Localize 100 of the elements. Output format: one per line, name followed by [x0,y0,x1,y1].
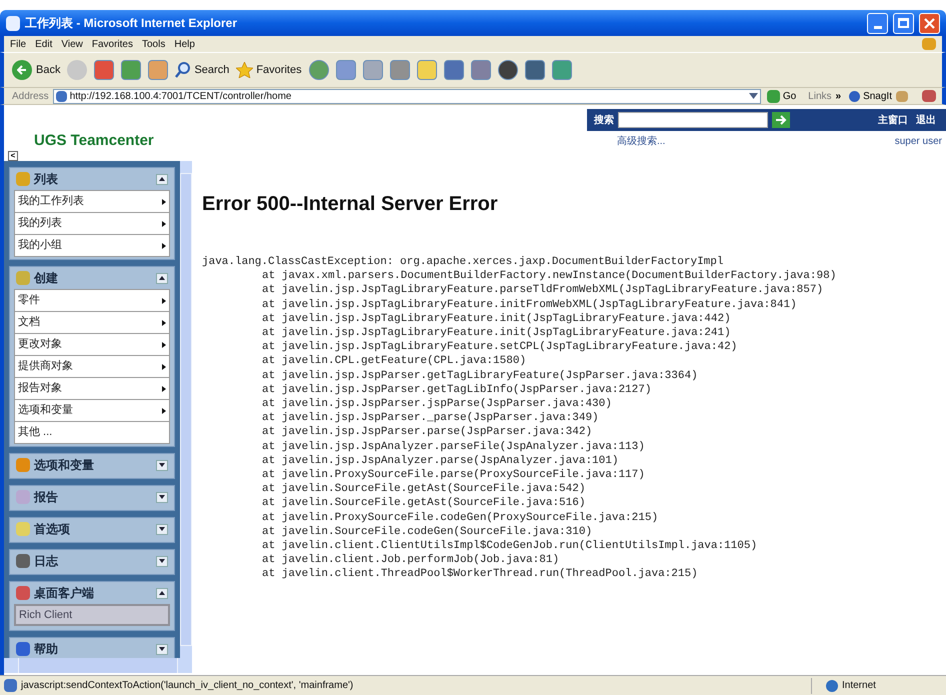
chevron-text[interactable]: » [836,88,842,104]
search-label: 搜索 [594,114,614,128]
section-title[interactable]: 首选项 [34,520,152,538]
minimize-button[interactable] [867,12,888,34]
section-title[interactable]: 列表 [34,170,152,188]
back-button[interactable]: Back [12,60,60,80]
dropdown-icon[interactable] [748,93,758,99]
arrow-right-icon [162,198,166,204]
stack-trace-line: at javelin.jsp.JspParser.getTagLibraryFeature(JspParser.java:3364) [261,368,698,383]
search-icon [175,62,192,78]
snagit-button[interactable]: SnagIt [849,88,892,104]
stack-trace-line: at javelin.CPL.getFeature(CPL.java:1580) [261,354,526,369]
horizontal-scrollbar[interactable] [4,658,192,673]
sidebar-item[interactable]: 报告对象 [14,377,170,400]
menu-item[interactable]: Edit [35,36,52,52]
user-name: super user [894,135,942,149]
maximize-icon [898,18,909,28]
expand-button[interactable] [156,492,168,502]
sidebar-item[interactable]: 零件 [14,289,170,312]
menu-item[interactable]: Help [174,36,195,52]
star-icon [236,62,254,78]
menu-item[interactable]: View [61,36,83,52]
caret-down-icon [159,463,165,467]
stack-trace-line: at javelin.client.ClientUtilsImpl$CodeGenJob.run(ClientUtilsImpl.java:1105) [261,539,758,554]
exception-text: java.lang.ClassCastException: org.apache.xerces.jaxp.DocumentBuilderFactoryImpl [202,255,724,270]
arrow-right-icon [162,342,166,348]
maximize-button[interactable] [893,12,914,34]
expand-button[interactable] [156,644,168,654]
arrow-right-icon [162,298,166,304]
stack-trace-line: at javelin.jsp.JspAnalyzer.parseFile(JspAnalyzer.java:113) [261,440,645,454]
collapse-button[interactable] [156,174,168,184]
sidebar-item[interactable]: 我的小组 [14,234,170,257]
stack-trace-line: at javelin.SourceFile.getAst(SourceFile.java:542) [261,482,586,496]
links-label[interactable]: Links [808,88,832,104]
collapse-button[interactable] [156,588,168,598]
section-title[interactable]: 选项和变量 [34,456,152,474]
close-button[interactable] [919,12,940,34]
arrow-right-icon [162,386,166,392]
stack-trace-line: at javelin.jsp.JspTagLibraryFeature.init(JspTagLibraryFeature.java:442) [261,312,731,326]
stack-trace-line: at javelin.SourceFile.codeGen(SourceFile.java:310) [261,524,592,540]
sidebar-item[interactable]: 提供商对象 [14,355,170,378]
arrow-right-icon [162,220,166,226]
advanced-search-link[interactable]: 高级搜索... [617,134,666,149]
stack-trace-line: at javelin.SourceFile.getAst(SourceFile.java:516) [261,496,586,511]
arrow-right-icon [162,408,166,414]
menu-item[interactable]: Tools [142,36,166,52]
caret-up-icon [159,591,165,595]
expand-button[interactable] [156,556,168,566]
minimize-icon [874,26,882,28]
search-button[interactable]: Search [175,62,230,78]
error-heading: Error 500--Internal Server Error [202,192,499,217]
logout-link[interactable]: 退出 [916,112,936,128]
arrow-right-icon [162,320,166,326]
sidebar-item[interactable]: 文档 [14,311,170,334]
section-title[interactable]: 帮助 [34,640,152,658]
status-text: javascript:sendContextToAction('launch_iv_client_no_context', 'mainframe') [21,679,354,693]
close-icon [924,18,935,28]
caret-down-icon [159,527,165,531]
expand-button[interactable] [156,460,168,470]
favorites-button[interactable]: Favorites [236,62,302,78]
vertical-scrollbar[interactable] [180,161,192,658]
home-link[interactable]: 主窗口 [878,112,908,128]
sidebar-item[interactable]: 更改对象 [14,333,170,356]
collapse-sidebar-button[interactable]: < [8,151,18,161]
stack-trace-line: at javelin.jsp.JspTagLibraryFeature.parseTldFromWebXML(JspTagLibraryFeature.java:857) [261,283,824,298]
sidebar-item[interactable]: 我的列表 [14,212,170,235]
search-field[interactable] [618,112,768,128]
expand-button[interactable] [156,524,168,534]
section-title[interactable]: 桌面客户端 [34,584,152,602]
menu-item[interactable]: Favorites [92,36,133,52]
go-button[interactable]: Go [764,88,798,104]
teamcenter-logo: UGS Teamcenter [34,132,154,149]
sidebar-item[interactable]: 其他 ... [14,421,170,444]
section-title[interactable]: 报告 [34,488,152,506]
caret-down-icon [159,647,165,651]
stack-trace-line: at javelin.jsp.JspParser.parse(JspParser.java:342) [261,425,592,440]
section-title[interactable]: 日志 [34,552,152,570]
caret-down-icon [159,559,165,563]
stack-trace-line: at javelin.client.Job.performJob(Job.java:81) [261,553,560,568]
arrow-right-icon [776,115,786,125]
address-field[interactable]: http://192.168.100.4:7001/TCENT/controller/home [52,88,761,104]
stack-trace-line: at javelin.jsp.JspTagLibraryFeature.initFromWebXML(JspTagLibraryFeature.java:841) [261,298,797,312]
search-go-button[interactable] [772,112,790,128]
arrow-right-icon [162,364,166,370]
stack-trace-line: at javelin.jsp.JspParser.getTagLibInfo(JspParser.java:2127) [261,382,652,398]
window-title: 工作列表 - Microsoft Internet Explorer [25,15,238,32]
zone-label: Internet [842,679,877,693]
stack-trace-line: at javelin.client.ThreadPool$WorkerThread.run(ThreadPool.java:215) [261,567,698,582]
scrollbar-thumb[interactable] [181,174,191,645]
collapse-button[interactable] [156,272,168,284]
caret-up-icon [159,177,165,181]
menu-item[interactable]: File [10,36,26,52]
scrollbar-thumb[interactable] [19,658,177,673]
stack-trace-line: at javelin.jsp.JspTagLibraryFeature.setCPL(JspTagLibraryFeature.java:42) [261,340,738,354]
stack-trace-line: at javelin.jsp.JspAnalyzer.parse(JspAnalyzer.java:101) [261,454,618,468]
stack-trace-line: at javax.xml.parsers.DocumentBuilderFactory.newInstance(DocumentBuilderFactory.java:98) [261,269,836,284]
section-title[interactable]: 创建 [34,269,152,287]
sidebar-item[interactable]: 选项和变量 [14,399,170,422]
rich-client-button[interactable]: Rich Client [14,604,170,626]
sidebar-item[interactable]: 我的工作列表 [14,190,170,213]
